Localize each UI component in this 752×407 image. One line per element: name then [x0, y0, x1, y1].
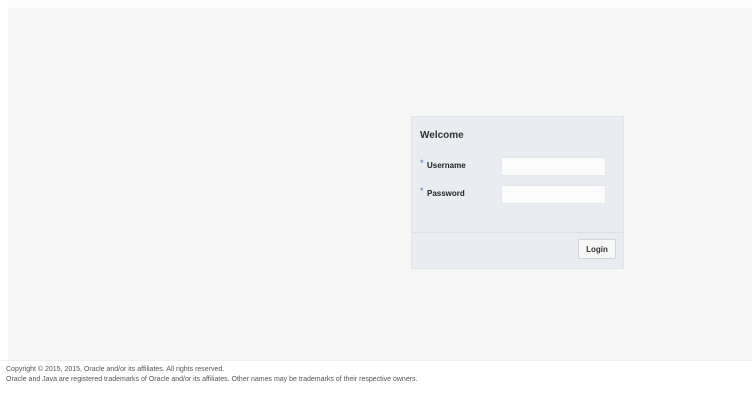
footer-divider — [0, 360, 752, 361]
password-label: Password — [427, 189, 465, 198]
password-input[interactable] — [501, 185, 606, 204]
welcome-title: Welcome — [420, 130, 464, 141]
username-required-marker: * — [420, 158, 424, 168]
username-label: Username — [427, 161, 466, 170]
content-area: Welcome * Username * Password Login — [8, 8, 752, 360]
login-panel: Welcome * Username * Password Login — [411, 116, 624, 269]
top-strip — [8, 0, 752, 8]
password-required-marker: * — [420, 186, 424, 196]
password-row: * Password — [420, 185, 620, 205]
login-button[interactable]: Login — [578, 239, 616, 259]
login-page: Welcome * Username * Password Login Copy… — [0, 0, 752, 407]
trademark-notice: Oracle and Java are registered trademark… — [6, 376, 418, 383]
panel-divider — [412, 232, 623, 233]
username-input[interactable] — [501, 157, 606, 176]
footer: Copyright © 2015, 2015, Oracle and/or it… — [6, 365, 752, 385]
username-row: * Username — [420, 157, 620, 177]
copyright-text: Copyright © 2015, 2015, Oracle and/or it… — [6, 366, 225, 373]
